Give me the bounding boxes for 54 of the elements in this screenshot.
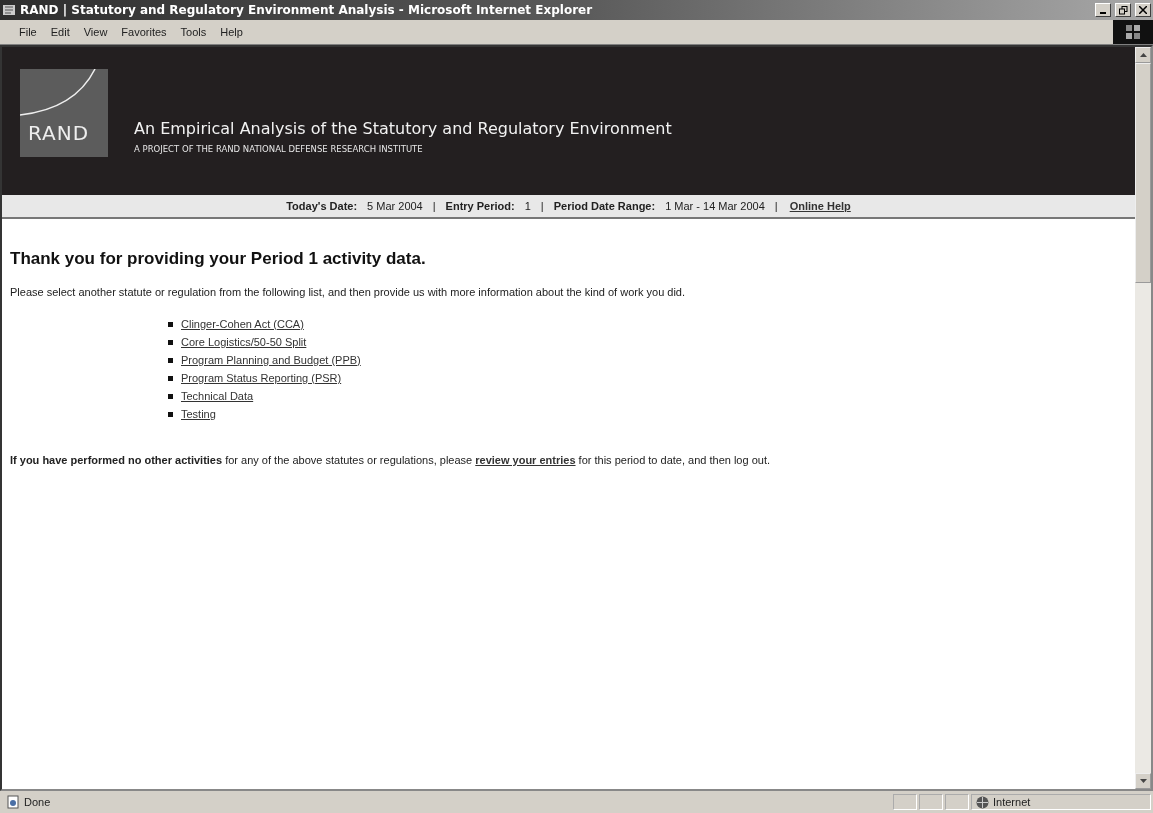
bullet-icon xyxy=(168,321,173,327)
info-value: 5 Mar 2004 xyxy=(367,200,423,212)
menu-item[interactable]: Tools xyxy=(173,24,214,40)
statute-link[interactable]: Technical Data xyxy=(181,390,254,402)
status-pane xyxy=(893,794,917,810)
separator: | xyxy=(432,200,436,212)
site-subtitle: A PROJECT OF THE RAND NATIONAL DEFENSE RESEARCH INSTITUTE xyxy=(134,144,424,154)
scroll-up-icon[interactable] xyxy=(1139,53,1147,57)
info-value: 1 xyxy=(524,200,531,212)
minimize-button[interactable] xyxy=(1095,3,1111,17)
globe-icon xyxy=(976,795,989,809)
restore-button[interactable] xyxy=(1115,3,1131,17)
info-label: Period Date Range: xyxy=(553,200,656,212)
menu-item[interactable]: View xyxy=(76,24,115,40)
review-link[interactable]: review your entries xyxy=(475,454,576,466)
bullet-icon xyxy=(168,357,173,363)
scroll-thumb[interactable] xyxy=(1135,63,1151,283)
menu-item[interactable]: Help xyxy=(213,24,250,40)
bullet-icon xyxy=(168,375,173,381)
info-label: Today's Date: xyxy=(286,200,358,212)
bullet-icon xyxy=(168,411,173,417)
menu-item[interactable]: Edit xyxy=(43,24,77,40)
zone-text: Internet xyxy=(993,796,1031,808)
separator: | xyxy=(540,200,544,212)
status-text: Done xyxy=(24,796,51,808)
close-button[interactable] xyxy=(1135,3,1151,17)
statute-link[interactable]: Testing xyxy=(181,408,216,420)
statute-link[interactable]: Clinger-Cohen Act (CCA) xyxy=(181,318,304,330)
intro-text: Please select another statute or regulation from the following list, and then provide us with more information about the kind of work you did. xyxy=(10,286,687,298)
browser-icon xyxy=(2,3,16,17)
bullet-icon xyxy=(168,339,173,345)
bullet-icon xyxy=(168,393,173,399)
restore-icon xyxy=(1118,5,1128,15)
scroll-down-icon[interactable] xyxy=(1139,779,1147,783)
status-pane xyxy=(945,794,969,810)
statute-link[interactable]: Core Logistics/50-50 Split xyxy=(181,336,307,348)
menu-item[interactable]: File xyxy=(12,24,44,40)
site-title: An Empirical Analysis of the Statutory and Regulatory Environment xyxy=(134,119,672,138)
windows-logo-icon xyxy=(1125,24,1141,40)
closing-text: If you have performed no other activities for any of the above statutes or regulations, please review your entries for this period to date, and then log out. xyxy=(10,454,771,466)
info-label: Entry Period: xyxy=(445,200,515,212)
page-heading: Thank you for providing your Period 1 activity data. xyxy=(10,249,427,269)
window-title: RAND | Statutory and Regulatory Environment Analysis - Microsoft Internet Explorer xyxy=(20,3,594,17)
close-icon xyxy=(1139,6,1147,14)
page-icon xyxy=(6,795,20,809)
menu-item[interactable]: Favorites xyxy=(114,24,174,40)
logo: RAND xyxy=(20,69,108,157)
separator: | xyxy=(774,200,778,212)
statute-link[interactable]: Program Status Reporting (PSR) xyxy=(181,372,342,384)
help-link[interactable]: Online Help xyxy=(789,200,851,212)
statute-link[interactable]: Program Planning and Budget (PPB) xyxy=(181,354,361,366)
info-value: 1 Mar - 14 Mar 2004 xyxy=(665,200,765,212)
status-pane xyxy=(919,794,943,810)
scrollbar[interactable] xyxy=(1135,47,1151,789)
